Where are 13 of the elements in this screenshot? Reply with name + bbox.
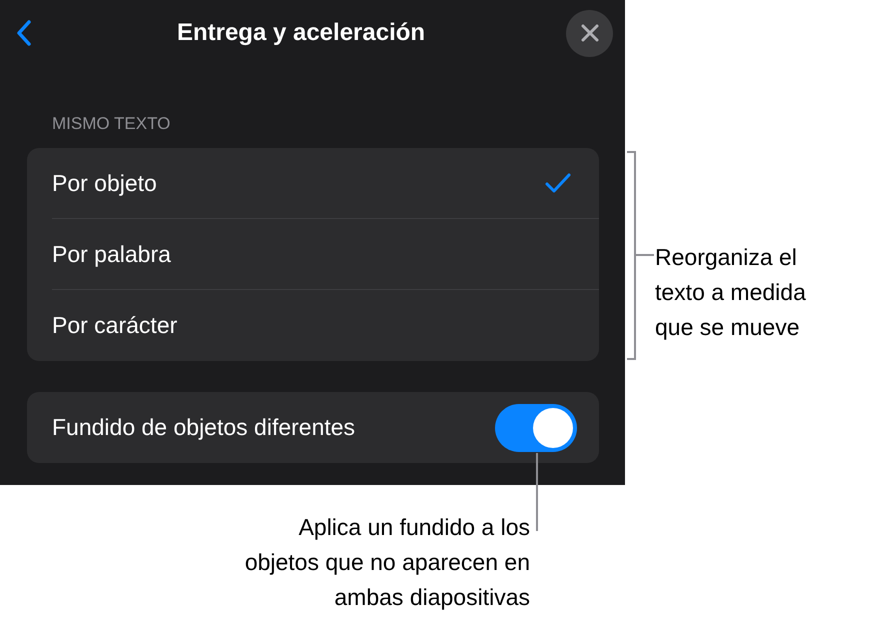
- section-header: MISMO TEXTO: [52, 114, 172, 134]
- option-row[interactable]: Por objeto: [52, 148, 599, 219]
- callout-text: Aplica un fundido a los objetos que no aparecen en ambas diapositivas: [244, 513, 530, 612]
- option-row[interactable]: Por palabra: [52, 219, 599, 290]
- close-icon: [580, 24, 598, 42]
- toggle-label: Fundido de objetos diferentes: [52, 413, 356, 442]
- checkmark-icon: [545, 172, 571, 194]
- toggle-switch[interactable]: [495, 404, 577, 452]
- close-button[interactable]: [566, 10, 613, 56]
- dialog-title: Entrega y aceleración: [176, 18, 426, 48]
- back-icon: [16, 19, 32, 47]
- callout-text: Reorganiza el texto a medida que se mueve: [655, 243, 806, 342]
- option-row[interactable]: Por carácter: [52, 290, 599, 361]
